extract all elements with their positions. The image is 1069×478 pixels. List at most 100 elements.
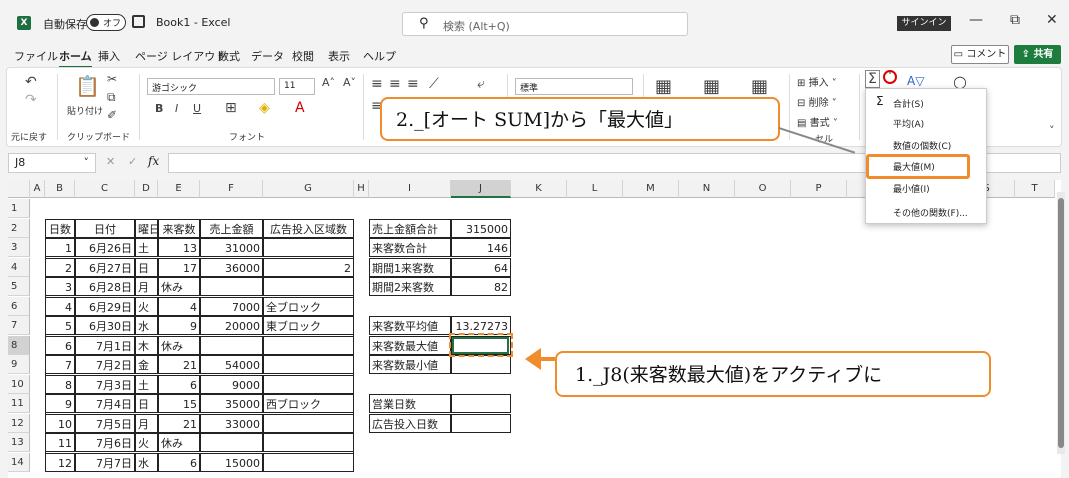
- table-cell[interactable]: 17: [158, 257, 200, 277]
- table-cell[interactable]: 木: [135, 335, 158, 355]
- table-cell[interactable]: 6月26日: [75, 238, 135, 257]
- table-header[interactable]: 曜日: [135, 218, 160, 238]
- align-bottom-icon[interactable]: ≡: [407, 76, 419, 92]
- paste-label[interactable]: 貼り付け: [67, 104, 103, 117]
- italic-button[interactable]: I: [175, 102, 178, 115]
- font-size-select[interactable]: 11: [279, 78, 315, 95]
- tab-page-layout[interactable]: ページ レイアウト: [135, 48, 226, 64]
- table-cell[interactable]: 金: [135, 355, 158, 374]
- column-header-l[interactable]: L: [567, 180, 623, 198]
- table-cell[interactable]: 全ブロック: [263, 296, 354, 316]
- menu-item-min[interactable]: 最小値(I): [893, 182, 930, 195]
- cut-icon[interactable]: ✂: [107, 72, 117, 86]
- table-format-icon[interactable]: ▦: [703, 76, 720, 97]
- table-header[interactable]: 来客数: [158, 218, 200, 238]
- table-cell[interactable]: 休み: [158, 335, 200, 355]
- table-cell[interactable]: [263, 238, 354, 257]
- tab-help[interactable]: ヘルプ: [363, 48, 396, 64]
- autosum-dropdown-chevron-icon[interactable]: ˅: [883, 70, 897, 84]
- tab-home[interactable]: ホーム: [59, 48, 92, 68]
- table-cell[interactable]: 7月3日: [75, 374, 135, 394]
- table-cell[interactable]: 水: [135, 316, 158, 335]
- table-cell[interactable]: [263, 355, 354, 374]
- stats-label[interactable]: 来客数平均値: [369, 316, 451, 335]
- table-cell[interactable]: 7月1日: [75, 335, 135, 355]
- table-cell[interactable]: 21: [158, 413, 200, 433]
- tab-view[interactable]: 表示: [328, 48, 350, 64]
- restore-button[interactable]: ⧉: [1010, 12, 1020, 28]
- table-cell[interactable]: 水: [135, 452, 158, 472]
- tab-file[interactable]: ファイル: [14, 48, 58, 64]
- menu-item-count[interactable]: 数値の個数(C): [893, 139, 951, 152]
- row-header-13[interactable]: 13: [8, 433, 30, 452]
- copy-icon[interactable]: ⧉: [107, 90, 116, 105]
- table-cell[interactable]: 2: [45, 257, 75, 277]
- table-cell[interactable]: 6月29日: [75, 296, 135, 316]
- row-header-8[interactable]: 8: [8, 335, 30, 355]
- table-cell[interactable]: [263, 335, 354, 355]
- share-button[interactable]: ⇪ 共有: [1014, 45, 1061, 64]
- row-header-9[interactable]: 9: [8, 355, 30, 374]
- table-cell[interactable]: [200, 335, 263, 355]
- font-name-select[interactable]: 游ゴシック: [147, 78, 275, 95]
- border-icon[interactable]: ⊞: [225, 100, 237, 116]
- table-cell[interactable]: 休み: [158, 277, 200, 296]
- table-cell[interactable]: 54000: [200, 355, 263, 374]
- formula-enter-icon[interactable]: ✓: [128, 155, 137, 168]
- minimize-button[interactable]: —: [969, 12, 983, 28]
- table-cell[interactable]: 5: [45, 316, 75, 335]
- row-header-7[interactable]: 7: [8, 316, 30, 335]
- table-cell[interactable]: 6: [158, 452, 200, 472]
- delete-cells-button[interactable]: ⊟ 削除 ˅: [797, 94, 837, 109]
- stats-value[interactable]: [451, 355, 511, 374]
- stats-label[interactable]: 来客数最大値: [369, 335, 451, 355]
- name-box[interactable]: J8 ˅: [8, 153, 96, 173]
- summary-value[interactable]: 146: [451, 238, 511, 257]
- table-cell[interactable]: 15: [158, 394, 200, 413]
- tab-formulas[interactable]: 数式: [218, 48, 240, 64]
- table-cell[interactable]: 土: [135, 238, 158, 257]
- autosave-toggle[interactable]: オフ: [86, 14, 126, 31]
- stats-label[interactable]: 来客数最小値: [369, 355, 451, 374]
- column-header-h[interactable]: H: [354, 180, 369, 198]
- align-top-icon[interactable]: ≡: [371, 76, 383, 92]
- row-header-6[interactable]: 6: [8, 296, 30, 316]
- table-cell[interactable]: [200, 433, 263, 452]
- table-cell[interactable]: 7月4日: [75, 394, 135, 413]
- table-header[interactable]: 日付: [75, 218, 135, 238]
- column-header-j[interactable]: J: [451, 180, 511, 198]
- table-cell[interactable]: 火: [135, 296, 158, 316]
- days-label[interactable]: 営業日数: [369, 394, 451, 413]
- table-cell[interactable]: 火: [135, 433, 158, 452]
- table-header[interactable]: 日数: [45, 218, 75, 238]
- table-cell[interactable]: 9: [158, 316, 200, 335]
- table-cell[interactable]: 7000: [200, 296, 263, 316]
- table-cell[interactable]: [263, 277, 354, 296]
- table-cell[interactable]: 6: [158, 374, 200, 394]
- table-cell[interactable]: 6: [45, 335, 75, 355]
- summary-label[interactable]: 来客数合計: [369, 238, 451, 257]
- column-header-o[interactable]: O: [735, 180, 791, 198]
- row-header-3[interactable]: 3: [8, 238, 30, 257]
- table-cell[interactable]: 8: [45, 374, 75, 394]
- table-cell[interactable]: 9: [45, 394, 75, 413]
- table-cell[interactable]: 7: [45, 355, 75, 374]
- table-cell[interactable]: 10: [45, 413, 75, 433]
- table-cell[interactable]: 6月27日: [75, 257, 135, 277]
- format-painter-icon[interactable]: ✐: [107, 108, 117, 122]
- tab-review[interactable]: 校閲: [292, 48, 314, 64]
- summary-label[interactable]: 期間2来客数: [369, 277, 451, 296]
- days-value[interactable]: [451, 413, 511, 433]
- table-cell[interactable]: 3: [45, 277, 75, 296]
- row-header-12[interactable]: 12: [8, 413, 30, 433]
- table-cell[interactable]: 月: [135, 277, 158, 296]
- table-cell[interactable]: 7月7日: [75, 452, 135, 472]
- summary-label[interactable]: 売上金額合計: [369, 218, 451, 238]
- table-cell[interactable]: 休み: [158, 433, 200, 452]
- tab-insert[interactable]: 挿入: [98, 48, 120, 64]
- search-input[interactable]: ⚲ 検索 (Alt+Q): [402, 12, 688, 36]
- table-cell[interactable]: 21: [158, 355, 200, 374]
- conditional-format-icon[interactable]: ▦: [655, 76, 672, 97]
- table-header[interactable]: 広告投入区域数: [263, 218, 354, 238]
- undo-icon[interactable]: ↶: [25, 74, 37, 90]
